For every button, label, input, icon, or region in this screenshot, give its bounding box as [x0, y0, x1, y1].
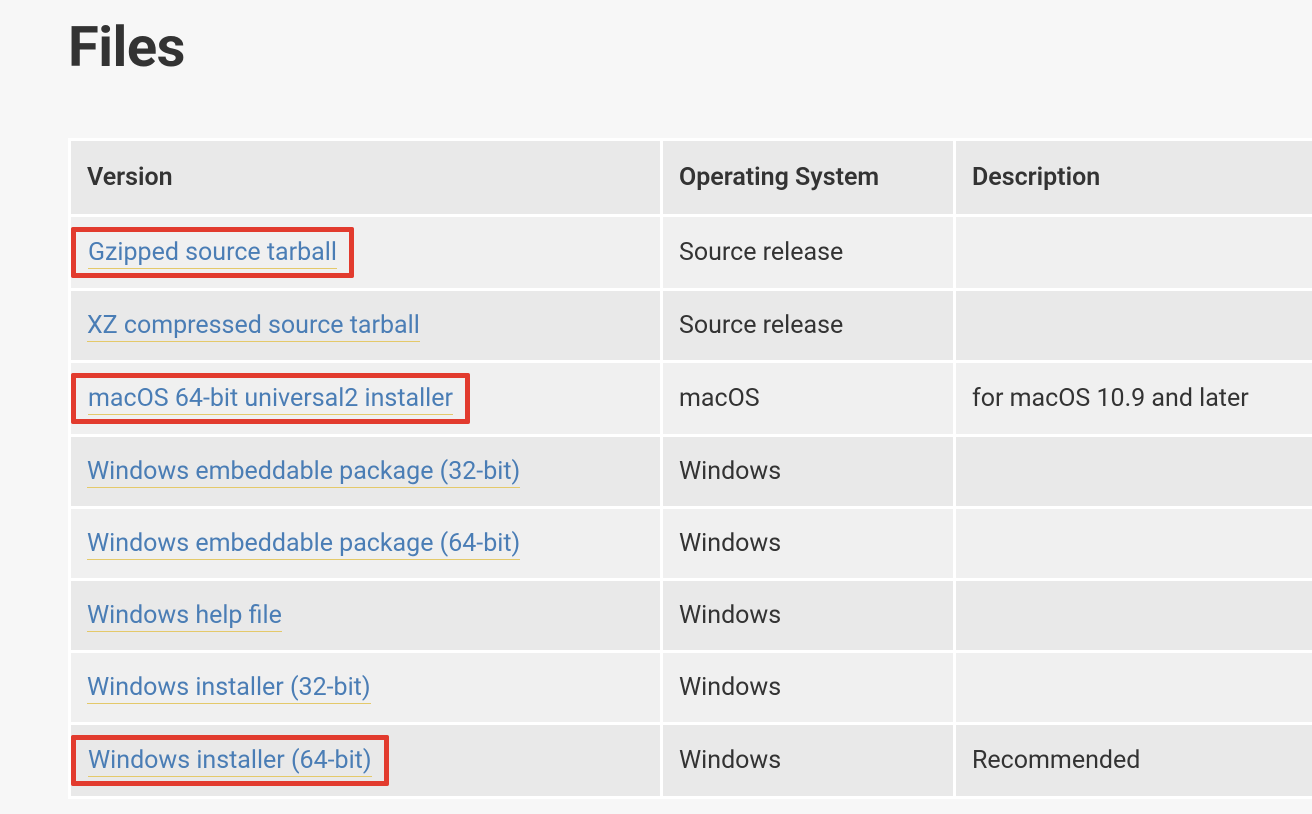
- cell-desc: [955, 290, 1312, 362]
- table-header-row: Version Operating System Description: [70, 140, 1312, 216]
- cell-desc: [955, 436, 1312, 508]
- cell-os: Windows: [662, 580, 955, 652]
- cell-version: XZ compressed source tarball: [70, 290, 662, 362]
- cell-version: Windows installer (64-bit): [70, 724, 662, 798]
- table-row: Gzipped source tarball Source release: [70, 216, 1312, 290]
- cell-version: Windows installer (32-bit): [70, 652, 662, 724]
- download-link[interactable]: Windows installer (32-bit): [87, 673, 371, 704]
- cell-desc: for macOS 10.9 and later: [955, 362, 1312, 436]
- page-title: Files: [68, 14, 1312, 80]
- cell-os: Windows: [662, 652, 955, 724]
- table-row: macOS 64-bit universal2 installer macOSfo…: [70, 362, 1312, 436]
- cell-desc: Recommended: [955, 724, 1312, 798]
- cell-version: Windows embeddable package (64-bit): [70, 508, 662, 580]
- table-row: XZ compressed source tarball Source relea…: [70, 290, 1312, 362]
- highlight-box: Windows installer (64-bit): [71, 735, 389, 786]
- cell-desc: [955, 652, 1312, 724]
- cell-os: Source release: [662, 216, 955, 290]
- files-table: Version Operating System Description Gzi…: [68, 138, 1312, 799]
- download-link[interactable]: Gzipped source tarball: [88, 238, 337, 269]
- cell-os: macOS: [662, 362, 955, 436]
- download-link[interactable]: Windows embeddable package (64-bit): [87, 529, 520, 560]
- highlight-box: macOS 64-bit universal2 installer: [71, 373, 470, 424]
- col-version: Version: [70, 140, 662, 216]
- download-link[interactable]: Windows embeddable package (32-bit): [87, 457, 520, 488]
- download-link[interactable]: Windows help file: [87, 601, 282, 632]
- cell-os: Windows: [662, 508, 955, 580]
- cell-version: Windows embeddable package (32-bit): [70, 436, 662, 508]
- cell-version: macOS 64-bit universal2 installer: [70, 362, 662, 436]
- table-row: Windows installer (64-bit) WindowsRecomme…: [70, 724, 1312, 798]
- table-row: Windows embeddable package (64-bit) Windo…: [70, 508, 1312, 580]
- highlight-box: Gzipped source tarball: [71, 227, 354, 278]
- cell-version: Windows help file: [70, 580, 662, 652]
- cell-os: Windows: [662, 724, 955, 798]
- download-link[interactable]: Windows installer (64-bit): [88, 746, 372, 777]
- col-desc: Description: [955, 140, 1312, 216]
- cell-os: Source release: [662, 290, 955, 362]
- table-row: Windows embeddable package (32-bit) Windo…: [70, 436, 1312, 508]
- table-row: Windows installer (32-bit) Windows: [70, 652, 1312, 724]
- download-link[interactable]: macOS 64-bit universal2 installer: [88, 384, 453, 415]
- download-link[interactable]: XZ compressed source tarball: [87, 311, 420, 342]
- cell-desc: [955, 580, 1312, 652]
- table-row: Windows help file Windows: [70, 580, 1312, 652]
- cell-os: Windows: [662, 436, 955, 508]
- cell-desc: [955, 216, 1312, 290]
- col-os: Operating System: [662, 140, 955, 216]
- cell-desc: [955, 508, 1312, 580]
- cell-version: Gzipped source tarball: [70, 216, 662, 290]
